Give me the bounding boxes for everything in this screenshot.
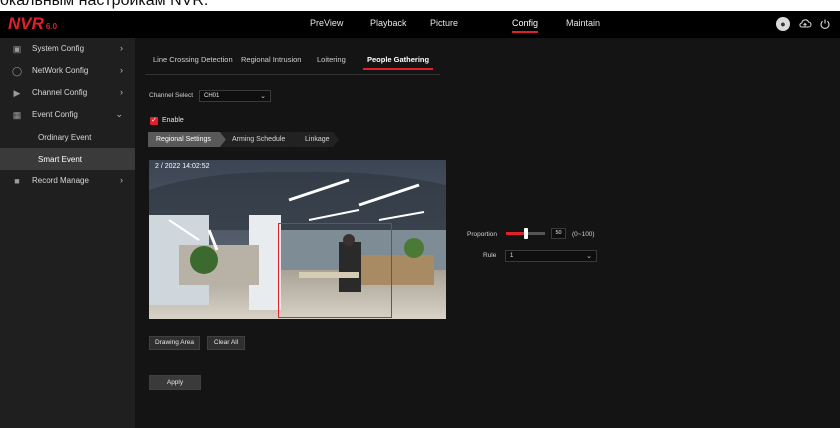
subtab-regional-settings[interactable]: Regional Settings	[148, 132, 226, 147]
proportion-slider-thumb[interactable]	[523, 228, 528, 239]
logo-text: NVR	[8, 14, 44, 33]
video-timestamp: 2 / 2022 14:02:52	[155, 163, 210, 170]
sidebar: ▣ System Config › ◯ NetWork Config › ▶ C…	[0, 38, 135, 428]
rule-select-value: 1	[510, 253, 514, 259]
app-logo: NVR 6.0	[8, 14, 57, 34]
rule-select[interactable]: 1 ⌄	[505, 250, 597, 262]
monitor-icon: ▣	[12, 44, 22, 54]
sidebar-subitem-label: Ordinary Event	[38, 133, 92, 142]
nav-picture[interactable]: Picture	[430, 18, 458, 28]
proportion-label: Proportion	[467, 231, 497, 238]
top-bar: NVR 6.0 PreView Playback Picture Config M…	[0, 11, 840, 38]
tab-regional-intrusion[interactable]: Regional Intrusion	[241, 55, 301, 64]
nav-preview[interactable]: PreView	[310, 18, 343, 28]
enable-label: Enable	[162, 117, 184, 124]
record-icon: ■	[14, 176, 20, 186]
chevron-down-icon: ⌄	[586, 253, 592, 260]
sidebar-subitem-label: Smart Event	[38, 155, 83, 164]
nav-config[interactable]: Config	[512, 18, 539, 33]
camera-preview[interactable]: 2 / 2022 14:02:52	[149, 160, 446, 319]
calendar-icon: ▦	[12, 110, 22, 120]
subtab-arming-schedule[interactable]: Arming Schedule	[220, 132, 299, 147]
sidebar-item-label: Channel Config	[32, 88, 88, 97]
chevron-right-icon: ›	[120, 43, 123, 53]
camera-icon: ▶	[13, 88, 21, 98]
nav-maintain[interactable]: Maintain	[566, 18, 600, 28]
apply-button[interactable]: Apply	[149, 375, 201, 390]
drawing-area-button[interactable]: Drawing Area	[149, 336, 200, 350]
cloud-icon[interactable]	[798, 17, 812, 31]
nav-playback[interactable]: Playback	[370, 18, 407, 28]
tab-divider	[145, 74, 440, 75]
chevron-right-icon: ›	[120, 65, 123, 75]
sidebar-subitem-smart-event[interactable]: Smart Event	[0, 148, 135, 170]
tab-people-gathering[interactable]: People Gathering	[362, 55, 434, 70]
user-icon[interactable]: ●	[776, 17, 790, 31]
sidebar-subitem-ordinary-event[interactable]: Ordinary Event	[0, 126, 135, 148]
caption-text: окальным настройкам NVR.	[0, 0, 209, 9]
sidebar-item-label: Event Config	[32, 110, 78, 119]
nvr-app: NVR 6.0 PreView Playback Picture Config M…	[0, 11, 840, 428]
tab-line-crossing-detection[interactable]: Line Crossing Detection	[153, 55, 233, 64]
enable-checkbox[interactable]: ✓	[150, 117, 158, 125]
rule-label: Rule	[483, 252, 497, 259]
channel-select[interactable]: CH01 ⌄	[199, 90, 271, 102]
sidebar-item-event-config[interactable]: ▦ Event Config ⌄	[0, 104, 135, 126]
power-icon[interactable]	[818, 17, 832, 31]
sidebar-item-network-config[interactable]: ◯ NetWork Config ›	[0, 60, 135, 82]
channel-select-value: CH01	[204, 93, 220, 99]
sidebar-item-system-config[interactable]: ▣ System Config ›	[0, 38, 135, 60]
detection-region[interactable]	[278, 223, 392, 318]
logo-version: 6.0	[45, 22, 58, 31]
proportion-range: (0~100)	[572, 231, 595, 238]
sidebar-item-label: Record Manage	[32, 176, 89, 185]
subtab-linkage[interactable]: Linkage	[293, 132, 339, 147]
proportion-slider[interactable]	[506, 228, 545, 239]
sidebar-item-label: System Config	[32, 44, 85, 53]
chevron-right-icon: ›	[120, 175, 123, 185]
proportion-value[interactable]: 50	[551, 228, 566, 239]
chevron-right-icon: ›	[120, 87, 123, 97]
main-content: Line Crossing Detection Regional Intrusi…	[135, 38, 840, 428]
chevron-down-icon: ⌄	[115, 109, 123, 119]
sidebar-item-channel-config[interactable]: ▶ Channel Config ›	[0, 82, 135, 104]
chevron-down-icon: ⌄	[260, 93, 266, 100]
sidebar-item-record-manage[interactable]: ■ Record Manage ›	[0, 170, 135, 192]
document-caption: окальным настройкам NVR.	[0, 0, 840, 11]
proportion-slider-fill	[506, 232, 526, 235]
tab-loitering[interactable]: Loitering	[317, 55, 346, 64]
globe-icon: ◯	[12, 66, 23, 76]
sidebar-item-label: NetWork Config	[32, 66, 89, 75]
clear-all-button[interactable]: Clear All	[207, 336, 245, 350]
channel-select-label: Channel Select	[149, 92, 194, 99]
